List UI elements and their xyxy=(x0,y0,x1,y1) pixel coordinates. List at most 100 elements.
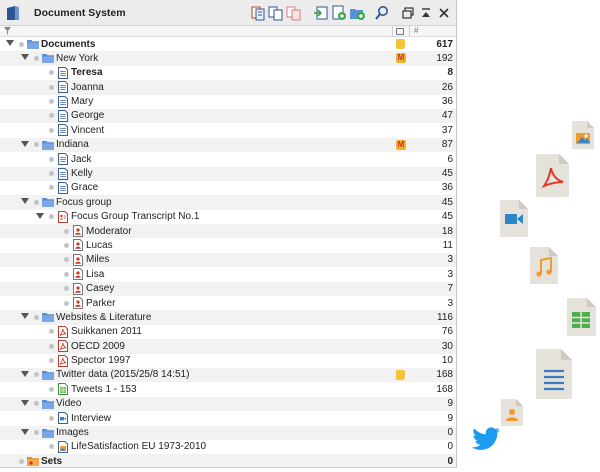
activation-dot[interactable] xyxy=(49,415,54,421)
tree-row[interactable]: Grace 36 xyxy=(0,181,456,195)
tree-row[interactable]: New York M 192 xyxy=(0,51,456,66)
tree-row[interactable]: Spector 1997 10 xyxy=(0,354,456,368)
expand-arrow-icon[interactable] xyxy=(21,54,29,61)
tree-item-label[interactable]: Vincent xyxy=(71,125,104,136)
tree-item-label[interactable]: Kelly xyxy=(71,168,93,179)
activation-dot[interactable] xyxy=(34,401,39,407)
tree-item-label[interactable]: Casey xyxy=(86,283,114,294)
tree-item-label[interactable]: Interview xyxy=(71,413,111,424)
tree-row[interactable]: Mary 36 xyxy=(0,95,456,109)
memo-note-icon[interactable] xyxy=(396,39,405,49)
activation-dot[interactable] xyxy=(19,458,24,464)
activation-dot[interactable] xyxy=(49,329,54,335)
tree-item-label[interactable]: New York xyxy=(56,53,98,64)
activation-dot[interactable] xyxy=(49,185,54,191)
memo-badge-icon[interactable]: M xyxy=(396,53,406,64)
tree-row[interactable]: George 47 xyxy=(0,108,456,124)
activation-dot[interactable] xyxy=(19,41,24,47)
import-documents-icon[interactable] xyxy=(313,5,329,21)
activation-dot[interactable] xyxy=(34,314,39,320)
deactivate-documents-icon[interactable] xyxy=(286,5,302,21)
activation-dot[interactable] xyxy=(49,444,54,450)
tree-item-label[interactable]: George xyxy=(71,110,104,121)
new-document-group-icon[interactable] xyxy=(349,5,365,21)
tree-row[interactable]: Sets 0 xyxy=(0,454,456,467)
tree-item-label[interactable]: LifeSatisfaction EU 1973-2010 xyxy=(71,441,206,452)
tree-row[interactable]: Twitter data (2015/25/8 14:51) 168 xyxy=(0,367,456,383)
count-column-header[interactable]: # xyxy=(414,26,418,35)
tree-item-label[interactable]: Tweets 1 - 153 xyxy=(71,384,137,395)
tree-item-label[interactable]: Focus Group Transcript No.1 xyxy=(71,211,199,222)
tree-item-label[interactable]: Video xyxy=(56,398,81,409)
activation-dot[interactable] xyxy=(34,199,39,205)
tree-row[interactable]: Jack 6 xyxy=(0,152,456,166)
tree-row[interactable]: Websites & Literature 116 xyxy=(0,310,456,325)
activation-dot[interactable] xyxy=(49,171,54,177)
activation-dot[interactable] xyxy=(64,300,69,306)
tree-row[interactable]: Documents 617 xyxy=(0,37,456,51)
tree-row[interactable]: Casey 7 xyxy=(0,281,456,297)
tree-item-label[interactable]: Grace xyxy=(71,182,98,193)
tree-row[interactable]: Focus group 45 xyxy=(0,195,456,210)
expand-arrow-icon[interactable] xyxy=(21,313,29,320)
tree-row[interactable]: Indiana M 87 xyxy=(0,137,456,153)
activation-dot[interactable] xyxy=(64,286,69,292)
tree-row[interactable]: Vincent 37 xyxy=(0,123,456,137)
tree-row[interactable]: Images 0 xyxy=(0,425,456,440)
tree-item-label[interactable]: Sets xyxy=(41,456,62,467)
tree-row[interactable]: Parker 3 xyxy=(0,296,456,310)
memo-badge-icon[interactable]: M xyxy=(396,139,406,150)
tree-row[interactable]: Miles 3 xyxy=(0,252,456,268)
tree-item-label[interactable]: Parker xyxy=(86,298,115,309)
expand-arrow-icon[interactable] xyxy=(21,428,29,435)
copy-documents-icon[interactable] xyxy=(268,5,284,21)
search-icon[interactable] xyxy=(374,5,390,21)
activation-dot[interactable] xyxy=(64,271,69,277)
tree-item-label[interactable]: Teresa xyxy=(71,67,103,78)
activation-dot[interactable] xyxy=(34,55,39,61)
tree-item-label[interactable]: Mary xyxy=(71,96,93,107)
tree-item-label[interactable]: Moderator xyxy=(86,226,132,237)
expand-arrow-icon[interactable] xyxy=(36,212,44,219)
tree-row[interactable]: Lisa 3 xyxy=(0,267,456,281)
minimize-window-icon[interactable] xyxy=(418,5,434,21)
memo-column-icon[interactable] xyxy=(396,28,404,35)
expand-arrow-icon[interactable] xyxy=(21,140,29,147)
tree-row[interactable]: OECD 2009 30 xyxy=(0,339,456,354)
tree-item-label[interactable]: Indiana xyxy=(56,139,89,150)
activation-dot[interactable] xyxy=(34,142,39,148)
tree-item-label[interactable]: Jack xyxy=(71,154,92,165)
expand-arrow-icon[interactable] xyxy=(21,370,29,377)
expand-arrow-icon[interactable] xyxy=(21,399,29,406)
activation-dot[interactable] xyxy=(49,84,54,90)
tree-item-label[interactable]: Lucas xyxy=(86,240,113,251)
filter-icon[interactable] xyxy=(4,26,11,35)
memo-note-icon[interactable] xyxy=(396,369,405,380)
tree-item-label[interactable]: Spector 1997 xyxy=(71,355,131,366)
activation-dot[interactable] xyxy=(49,70,54,76)
expand-arrow-icon[interactable] xyxy=(21,198,29,205)
activation-dot[interactable] xyxy=(34,372,39,378)
tree-row[interactable]: Tweets 1 - 153 168 xyxy=(0,382,456,396)
activation-dot[interactable] xyxy=(49,99,54,105)
tree-row[interactable]: Focus Group Transcript No.1 45 xyxy=(0,210,456,224)
activate-documents-icon[interactable] xyxy=(250,5,266,21)
tree-row[interactable]: Moderator 18 xyxy=(0,224,456,239)
tree-row[interactable]: Kelly 45 xyxy=(0,166,456,181)
activation-dot[interactable] xyxy=(34,430,39,436)
close-window-icon[interactable] xyxy=(436,5,452,21)
tree-item-label[interactable]: Images xyxy=(56,427,89,438)
tree-item-label[interactable]: Documents xyxy=(41,39,95,50)
new-document-icon[interactable] xyxy=(331,5,347,21)
activation-dot[interactable] xyxy=(49,386,54,392)
tree-row[interactable]: Interview 9 xyxy=(0,411,456,425)
activation-dot[interactable] xyxy=(49,358,54,364)
activation-dot[interactable] xyxy=(49,214,54,220)
tree-row[interactable]: Lucas 11 xyxy=(0,238,456,252)
tree-item-label[interactable]: Miles xyxy=(86,254,109,265)
undock-window-icon[interactable] xyxy=(400,5,416,21)
tree-item-label[interactable]: Suikkanen 2011 xyxy=(71,326,142,337)
tree-item-label[interactable]: OECD 2009 xyxy=(71,341,125,352)
activation-dot[interactable] xyxy=(64,242,69,248)
activation-dot[interactable] xyxy=(49,127,54,133)
